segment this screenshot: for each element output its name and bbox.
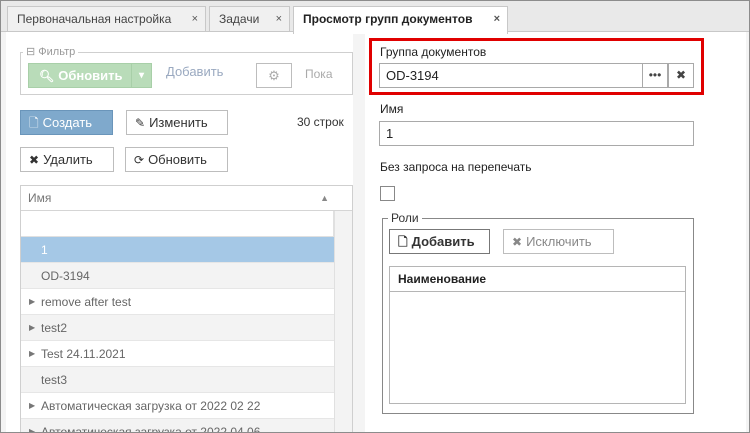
left-panel: ⊟ Фильтр 🔍︎ Обновить ▾ Добавить ⚙ Пока 🗋 С… [6, 32, 353, 432]
row-name: Автоматическая загрузка от 2022 02 22 [41, 399, 261, 413]
roles-grid: Наименование [389, 266, 686, 404]
search-icon: 🔍︎ [39, 69, 55, 83]
filter-refresh-dropdown[interactable]: ▾ [131, 63, 152, 88]
roles-header[interactable]: Наименование [390, 267, 685, 292]
filter-refresh-label: Обновить [58, 68, 123, 83]
filter-show-label: Пока [305, 67, 333, 81]
minus-box-icon[interactable]: ⊟ [26, 46, 35, 58]
filter-refresh-button[interactable]: 🔍︎ Обновить [28, 63, 132, 88]
tab-document-groups[interactable]: Просмотр групп документов × [293, 6, 508, 34]
create-button[interactable]: 🗋 Создать [20, 110, 113, 135]
create-label: Создать [42, 115, 93, 130]
table-row[interactable]: ▶ remove after test [21, 289, 334, 315]
filter-legend[interactable]: ⊟ Фильтр [23, 45, 79, 59]
row-name: 1 [41, 243, 48, 257]
row-name: test3 [41, 373, 68, 387]
expand-icon[interactable]: ▶ [29, 341, 35, 366]
close-icon: ✖ [29, 153, 40, 167]
delete-button[interactable]: ✖ Удалить [20, 147, 114, 172]
chevron-down-icon: ▾ [138, 70, 145, 81]
filter-add-link[interactable]: Добавить [166, 64, 223, 79]
filter-fieldset: ⊟ Фильтр 🔍︎ Обновить ▾ Добавить ⚙ Пока [20, 45, 353, 95]
table-row[interactable]: 1 [21, 237, 334, 263]
gear-icon: ⚙ [268, 68, 280, 83]
roles-add-button[interactable]: 🗋 Добавить [389, 229, 490, 254]
row-name: test2 [41, 321, 68, 335]
no-reprint-checkbox[interactable] [380, 186, 395, 201]
row-name: remove after test [41, 295, 132, 309]
table-row[interactable]: ▶ Test 24.11.2021 [21, 341, 334, 367]
new-document-icon: 🗋 [29, 116, 39, 130]
expand-icon[interactable]: ▶ [29, 393, 35, 418]
roles-exclude-label: Исключить [526, 234, 592, 249]
roles-exclude-button[interactable]: ✖ Исключить [503, 229, 614, 254]
sort-asc-icon[interactable]: ▲ [320, 186, 329, 210]
edit-button[interactable]: ✎ Изменить [126, 110, 228, 135]
close-icon[interactable]: × [494, 7, 500, 31]
tab-label: Задачи [219, 12, 260, 26]
grid-header-label: Имя [28, 191, 52, 205]
name-label: Имя [380, 102, 404, 116]
no-reprint-label: Без запроса на перепечать [380, 160, 532, 174]
new-document-icon: 🗋 [398, 235, 408, 249]
row-name: Test 24.11.2021 [41, 347, 126, 361]
close-icon[interactable]: × [192, 7, 198, 31]
reload-label: Обновить [148, 152, 207, 167]
table-row[interactable]: ▶ Автоматическая загрузка от 2022 04 06 [21, 419, 334, 432]
tab-bar: Первоначальная настройка × Задачи × Прос… [1, 1, 749, 34]
roles-legend: Роли [388, 211, 422, 225]
tab-initial-setup[interactable]: Первоначальная настройка × [7, 6, 206, 33]
grid-rows: 1 OD-3194 ▶ remove after test ▶ test2 ▶ Test 24… [21, 237, 334, 432]
reload-button[interactable]: ⟳ Обновить [125, 147, 228, 172]
table-row[interactable]: test3 [21, 367, 334, 393]
highlight-box [369, 38, 704, 95]
tab-label: Первоначальная настройка [17, 12, 172, 26]
grid-scrollbar[interactable] [334, 211, 352, 432]
table-row[interactable]: OD-3194 [21, 263, 334, 289]
delete-label: Удалить [43, 152, 93, 167]
expand-icon[interactable]: ▶ [29, 419, 35, 432]
filter-settings-button[interactable]: ⚙ [256, 63, 292, 88]
row-name: OD-3194 [41, 269, 90, 283]
grid-filter-cell[interactable] [21, 211, 334, 237]
expand-icon[interactable]: ▶ [29, 289, 35, 314]
expand-icon[interactable]: ▶ [29, 315, 35, 340]
roles-add-label: Добавить [411, 234, 475, 249]
tab-label: Просмотр групп документов [303, 12, 473, 26]
name-input[interactable]: 1 [379, 121, 694, 146]
roles-fieldset: Роли 🗋 Добавить ✖ Исключить Наименование [382, 211, 694, 414]
edit-label: Изменить [149, 115, 208, 130]
table-row[interactable]: ▶ test2 [21, 315, 334, 341]
table-row[interactable]: ▶ Автоматическая загрузка от 2022 02 22 [21, 393, 334, 419]
close-icon: ✖ [512, 235, 523, 249]
filter-legend-label: Фильтр [38, 46, 76, 58]
grid-header-name[interactable]: Имя ▲ [21, 186, 352, 211]
tab-tasks[interactable]: Задачи × [209, 6, 290, 33]
pencil-icon: ✎ [135, 116, 146, 130]
rows-count: 30 строк [297, 115, 344, 129]
refresh-icon: ⟳ [134, 153, 145, 167]
row-name: Автоматическая загрузка от 2022 04 06 [41, 425, 261, 432]
groups-grid: Имя ▲ 1 OD-3194 ▶ remove after test ▶ test2 ▶ T… [20, 185, 353, 432]
close-icon[interactable]: × [276, 7, 282, 31]
